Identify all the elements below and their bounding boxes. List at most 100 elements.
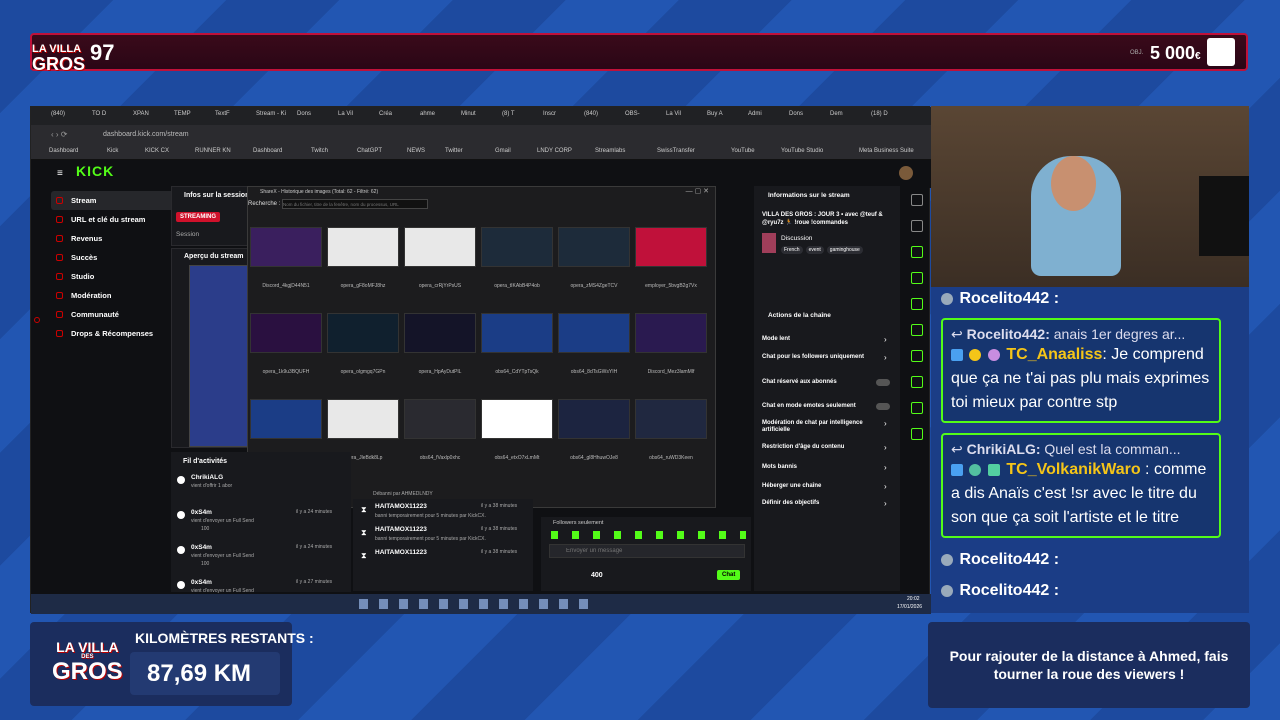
action-item[interactable]: Définir des objectifs bbox=[762, 500, 872, 507]
browser-tab[interactable]: Buy A bbox=[707, 111, 723, 117]
bookmark[interactable]: LNDY CORP bbox=[537, 148, 572, 154]
tag[interactable]: event bbox=[805, 246, 824, 254]
tool-icon[interactable] bbox=[911, 324, 923, 336]
chevron-right-icon[interactable]: › bbox=[884, 419, 887, 428]
browser-tab[interactable]: Dons bbox=[789, 111, 803, 117]
thumbnail[interactable] bbox=[635, 313, 707, 353]
bookmark[interactable]: YouTube bbox=[731, 148, 755, 154]
tool-icon[interactable] bbox=[911, 350, 923, 362]
tool-icon[interactable] bbox=[911, 194, 923, 206]
window-controls-icon[interactable]: — ▢ ✕ bbox=[686, 187, 709, 195]
browser-tab[interactable]: La Vil bbox=[338, 111, 353, 117]
bookmark[interactable]: KICK CX bbox=[145, 148, 169, 154]
thumbnail[interactable] bbox=[327, 313, 399, 353]
bookmark[interactable]: Dashboard bbox=[253, 148, 282, 154]
action-item[interactable]: Chat pour les followers uniquement bbox=[762, 354, 872, 361]
tool-icon[interactable] bbox=[911, 272, 923, 284]
bookmark[interactable]: Meta Business Suite bbox=[859, 148, 914, 154]
thumbnail[interactable] bbox=[558, 227, 630, 267]
chevron-right-icon[interactable]: › bbox=[884, 463, 887, 472]
chevron-right-icon[interactable]: › bbox=[884, 443, 887, 452]
thumbnail[interactable] bbox=[404, 227, 476, 267]
browser-tab[interactable]: Créa bbox=[379, 111, 392, 117]
nav-item[interactable]: Succès bbox=[51, 248, 191, 267]
browser-tab[interactable]: TEMP bbox=[174, 111, 191, 117]
chevron-right-icon[interactable]: › bbox=[884, 499, 887, 508]
chevron-right-icon[interactable]: › bbox=[884, 482, 887, 491]
thumbnail[interactable] bbox=[635, 399, 707, 439]
menu-icon[interactable]: ≡ bbox=[57, 168, 63, 179]
nav-item[interactable]: Communauté bbox=[51, 305, 191, 324]
browser-tab[interactable]: XPAN bbox=[133, 111, 149, 117]
tool-icon[interactable] bbox=[911, 428, 923, 440]
chat-input[interactable] bbox=[549, 544, 745, 558]
tool-icon[interactable] bbox=[911, 402, 923, 414]
thumbnail[interactable] bbox=[250, 399, 322, 439]
browser-tab[interactable]: (840) bbox=[51, 111, 65, 117]
rail-icon[interactable] bbox=[34, 317, 40, 323]
tool-icon[interactable] bbox=[911, 220, 923, 232]
chevron-right-icon[interactable]: › bbox=[884, 335, 887, 344]
nav-arrows-icon[interactable]: ‹ › ⟳ bbox=[51, 130, 67, 139]
thumbnail[interactable] bbox=[404, 313, 476, 353]
avatar[interactable] bbox=[899, 166, 913, 180]
nav-item[interactable]: Drops & Récompenses bbox=[51, 324, 191, 343]
browser-tab[interactable]: TextF bbox=[215, 111, 230, 117]
tag[interactable]: gaminghouse bbox=[826, 246, 863, 254]
nav-item[interactable]: Revenus bbox=[51, 229, 191, 248]
chevron-right-icon[interactable]: › bbox=[884, 353, 887, 362]
thumbnail[interactable] bbox=[327, 227, 399, 267]
action-item[interactable]: Mots bannis bbox=[762, 464, 872, 471]
browser-tab[interactable]: La Vil bbox=[666, 111, 681, 117]
bookmark[interactable]: Dashboard bbox=[49, 148, 78, 154]
toggle-switch[interactable] bbox=[876, 379, 890, 386]
thumbnail[interactable] bbox=[404, 399, 476, 439]
thumbnail[interactable] bbox=[635, 227, 707, 267]
browser-tab[interactable]: (840) bbox=[584, 111, 598, 117]
action-item[interactable]: Chat en mode emotes seulement bbox=[762, 403, 872, 410]
tag[interactable]: French bbox=[781, 246, 803, 254]
thumbnail[interactable] bbox=[481, 227, 553, 267]
bookmark[interactable]: ChatGPT bbox=[357, 148, 382, 154]
thumbnail[interactable] bbox=[250, 227, 322, 267]
bookmark[interactable]: YouTube Studio bbox=[781, 148, 823, 154]
bookmark[interactable]: Kick bbox=[107, 148, 118, 154]
bookmark[interactable]: Twitch bbox=[311, 148, 328, 154]
nav-item[interactable]: Studio bbox=[51, 267, 191, 286]
action-item[interactable]: Mode lent bbox=[762, 336, 872, 343]
nav-item[interactable]: URL et clé du stream bbox=[51, 210, 191, 229]
thumbnail[interactable] bbox=[558, 399, 630, 439]
nav-item[interactable]: Modération bbox=[51, 286, 191, 305]
tool-icon[interactable] bbox=[911, 246, 923, 258]
action-item[interactable]: Restriction d'âge du contenu bbox=[762, 444, 872, 451]
bookmark[interactable]: Twitter bbox=[445, 148, 463, 154]
toggle-switch[interactable] bbox=[876, 403, 890, 410]
taskbar-icons[interactable] bbox=[359, 599, 599, 609]
browser-tab[interactable]: TO D bbox=[92, 111, 106, 117]
thumbnail[interactable] bbox=[481, 399, 553, 439]
thumbnail[interactable] bbox=[481, 313, 553, 353]
thumbnail[interactable] bbox=[250, 313, 322, 353]
browser-tab[interactable]: Inscr bbox=[543, 111, 556, 117]
browser-tab[interactable]: Minut bbox=[461, 111, 476, 117]
url-bar[interactable]: ‹ › ⟳ dashboard.kick.com/stream bbox=[31, 125, 931, 145]
url-text[interactable]: dashboard.kick.com/stream bbox=[103, 131, 189, 138]
bookmark[interactable]: RUNNER KN bbox=[195, 148, 231, 154]
tool-icon[interactable] bbox=[911, 376, 923, 388]
browser-tab[interactable]: (8) T bbox=[502, 111, 515, 117]
browser-tab[interactable]: ahme bbox=[420, 111, 435, 117]
action-item[interactable]: Chat réservé aux abonnés bbox=[762, 379, 872, 386]
bookmark[interactable]: Gmail bbox=[495, 148, 511, 154]
chat-send-button[interactable]: Chat bbox=[717, 570, 741, 580]
browser-tab[interactable]: OBS- bbox=[625, 111, 640, 117]
action-item[interactable]: Héberger une chaîne bbox=[762, 483, 872, 490]
nav-item[interactable]: Stream bbox=[51, 191, 191, 210]
browser-tab[interactable]: Admi bbox=[748, 111, 762, 117]
bookmark[interactable]: NEWS bbox=[407, 148, 425, 154]
thumbnail[interactable] bbox=[327, 399, 399, 439]
browser-tab[interactable]: Dem bbox=[830, 111, 843, 117]
bookmark[interactable]: SwissTransfer bbox=[657, 148, 695, 154]
browser-tab[interactable]: Stream - Ki bbox=[256, 111, 286, 117]
sharex-search-input[interactable] bbox=[282, 199, 428, 209]
thumbnail[interactable] bbox=[558, 313, 630, 353]
